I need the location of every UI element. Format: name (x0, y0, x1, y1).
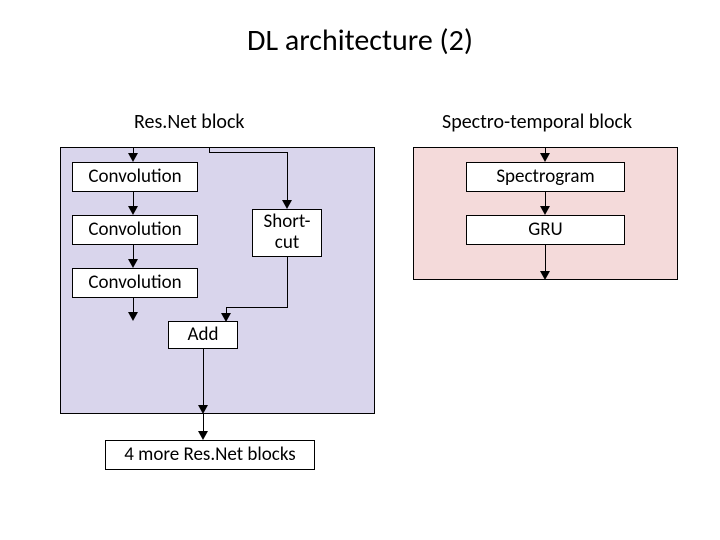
shortcut-top-v1 (209, 147, 210, 153)
shortcut-box: Short- cut (252, 209, 322, 257)
slide-title: DL architecture (2) (0, 22, 720, 59)
conv1-box: Convolution (72, 162, 198, 192)
shortcut-top-h (209, 152, 287, 153)
footer-box: 4 more Res.Net blocks (105, 440, 315, 470)
resnet-block-label: Res.Net block (134, 110, 245, 134)
spectrogram-box: Spectrogram (466, 162, 625, 192)
shortcut-bottom-h (226, 307, 288, 308)
shortcut-bottom-v (287, 257, 288, 307)
conv3-box: Convolution (72, 268, 198, 298)
spectro-block-label: Spectro-temporal block (442, 110, 632, 134)
gru-box: GRU (466, 215, 625, 245)
add-box: Add (168, 321, 238, 349)
conv2-box: Convolution (72, 215, 198, 245)
